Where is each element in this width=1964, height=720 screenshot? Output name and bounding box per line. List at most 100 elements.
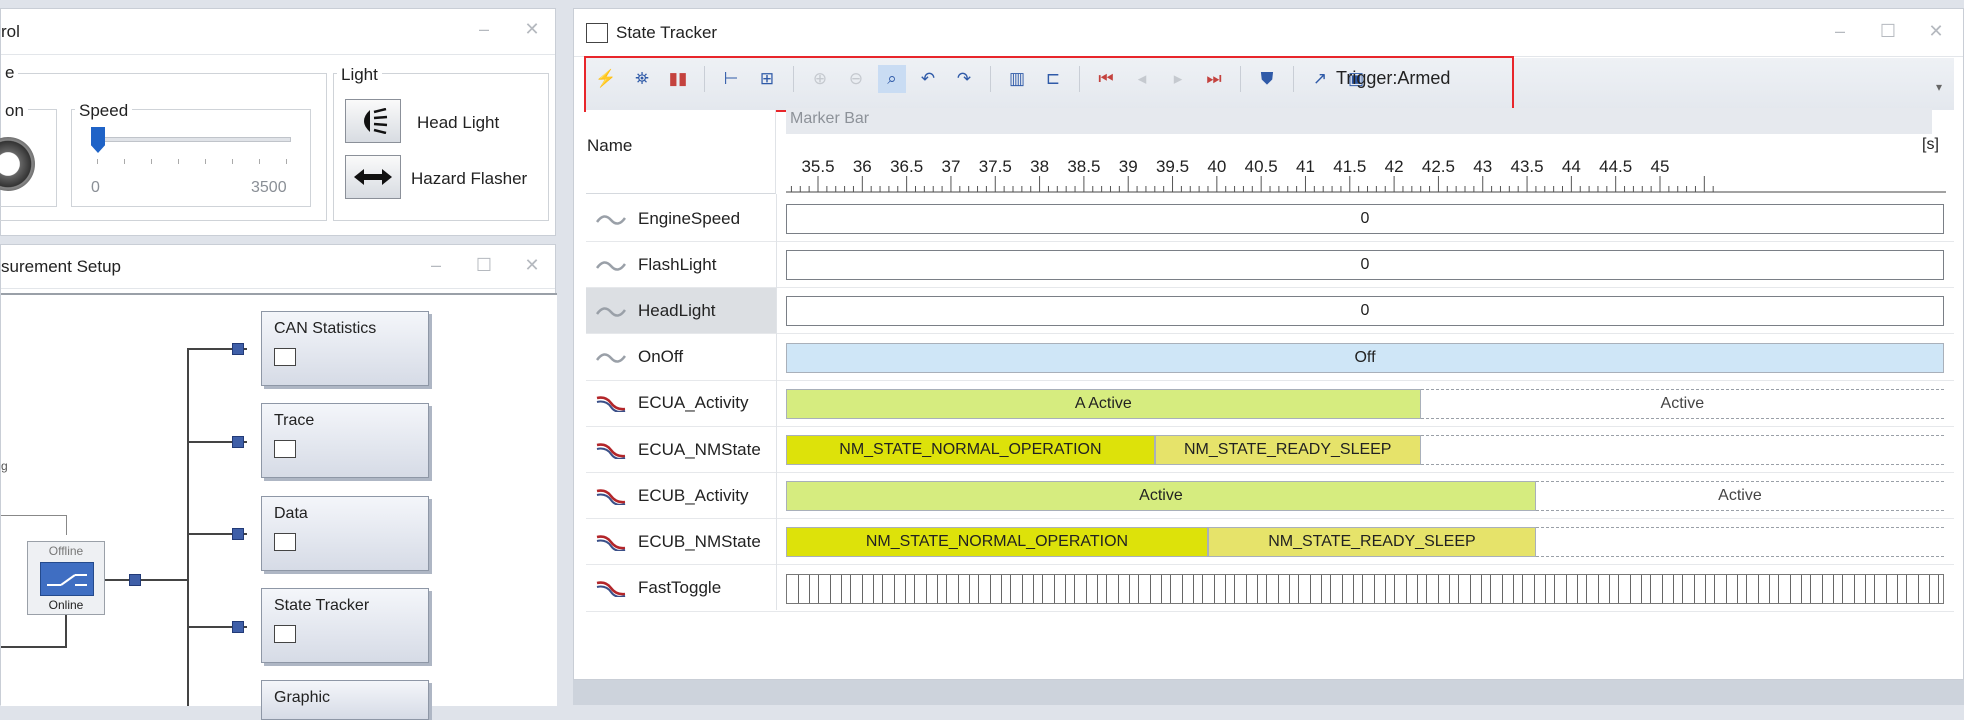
signal-state-bar[interactable]: NM_STATE_NORMAL_OPERATION [786, 527, 1208, 558]
connector-node[interactable] [129, 574, 141, 586]
signal-state-bar[interactable]: NM_STATE_READY_SLEEP [1154, 435, 1421, 465]
zoom-out-icon[interactable]: ⊖ [842, 65, 870, 93]
toolbar-overflow-icon[interactable]: ▾ [1936, 80, 1942, 94]
signal-row[interactable]: ECUB_Activity Active Active [586, 473, 1954, 520]
online-offline-switch[interactable]: Offline Online [27, 541, 105, 615]
chart-icon[interactable]: ▥ [1003, 65, 1031, 93]
data-block[interactable]: Data [261, 496, 429, 571]
can-statistics-block[interactable]: CAN Statistics [261, 311, 429, 386]
chart-add-icon[interactable]: ⊏ [1039, 65, 1067, 93]
signal-row[interactable]: ECUB_NMState NM_STATE_NORMAL_OPERATION NM_… [586, 519, 1954, 566]
signal-state-bar[interactable]: Active [1420, 388, 1944, 419]
signal-name-cell[interactable]: FlashLight [586, 242, 776, 287]
axis-tick-label: 39 [1119, 157, 1138, 176]
head-light-button[interactable] [345, 99, 401, 143]
signal-state-bar[interactable]: 0 [786, 296, 1944, 327]
state-signal-icon [596, 396, 626, 413]
first-marker-icon[interactable]: ⏮ [1092, 65, 1120, 93]
signal-state-bar[interactable]: NM_STATE_READY_SLEEP [1207, 527, 1536, 558]
maximize-icon[interactable]: ☐ [473, 255, 495, 276]
prev-marker-icon[interactable]: ◂ [1128, 65, 1156, 93]
bookmark-icon[interactable]: ⛊ [1253, 65, 1281, 93]
signal-name-cell[interactable]: HeadLight [586, 288, 776, 333]
toolbar-separator [793, 66, 794, 92]
connector-node[interactable] [232, 621, 244, 633]
marker-bar[interactable] [786, 108, 1932, 134]
axis-tick-label: 38 [1030, 157, 1049, 176]
minimize-icon[interactable]: – [1829, 21, 1851, 42]
minimize-icon[interactable]: – [473, 19, 495, 40]
time-axis[interactable]: 35.5 36 36.5 37 37.5 38 38.5 39 39.5 40 40.5 41 41.5… [786, 148, 1946, 194]
signal-name-cell[interactable]: EngineSpeed [586, 196, 776, 241]
wire-switch-in-vert [66, 515, 67, 535]
signal-state-bar[interactable]: Off [786, 342, 1944, 373]
switch-top-label: Offline [48, 544, 84, 558]
hazard-flasher-button[interactable] [345, 155, 401, 199]
signal-row[interactable]: EngineSpeed 0 [586, 196, 1954, 242]
signal-row[interactable]: FlashLight 0 [586, 242, 1954, 289]
column-divider[interactable] [776, 194, 777, 610]
undo-icon[interactable]: ↶ [914, 65, 942, 93]
stop-icon[interactable]: ▮▮ [664, 65, 692, 93]
zoom-in-icon[interactable]: ⊕ [806, 65, 834, 93]
ignition-group-label: e [1, 63, 19, 83]
state-tracker-bottom-strip [573, 680, 1964, 705]
graphic-block[interactable]: Graphic [261, 680, 429, 720]
signal-row[interactable]: ECUA_Activity A Active Active [586, 381, 1954, 427]
signal-state-label: NM_STATE_NORMAL_OPERATION [839, 441, 1102, 458]
axis-tick-label: 42 [1385, 157, 1404, 176]
signal-state-bar[interactable]: Active [1535, 481, 1944, 512]
fit-horizontal-icon[interactable]: ⊢ [717, 65, 745, 93]
wire-switch-bottom [1, 646, 67, 648]
signal-name-cell[interactable]: FastToggle [586, 566, 776, 611]
signal-state-bar[interactable]: NM_STATE_NORMAL_OPERATION [786, 435, 1155, 465]
signal-name-cell[interactable]: OnOff [586, 335, 776, 380]
signal-name-cell[interactable]: ECUA_NMState [586, 427, 776, 472]
signal-state-label: A Active [1074, 394, 1132, 412]
maximize-icon[interactable]: ☐ [1877, 21, 1899, 42]
signal-state-bar[interactable]: A Active [786, 388, 1421, 419]
axis-tick-label: 37 [941, 157, 960, 176]
toolbar-separator [1079, 66, 1080, 92]
signal-state-bar[interactable]: Active [786, 481, 1536, 512]
signal-row[interactable]: OnOff Off [586, 335, 1954, 381]
trace-block[interactable]: Trace [261, 403, 429, 478]
next-marker-icon[interactable]: ▸ [1164, 65, 1192, 93]
signal-row[interactable]: FastToggle [586, 566, 1954, 612]
signal-row[interactable]: ECUA_NMState NM_STATE_NORMAL_OPERATION NM_… [586, 427, 1954, 473]
connector-node[interactable] [232, 343, 244, 355]
axis-tick-label: 43.5 [1511, 157, 1544, 176]
fit-all-icon[interactable]: ⊞ [753, 65, 781, 93]
zoom-box-icon[interactable]: ⌕ [878, 65, 906, 93]
signal-name: FastToggle [638, 578, 722, 598]
minimize-icon[interactable]: – [425, 255, 447, 276]
signal-state-bar[interactable] [786, 573, 1944, 604]
binoculars-icon[interactable]: ⛯ [628, 65, 656, 93]
signal-name-cell[interactable]: ECUB_NMState [586, 519, 776, 564]
connector-node[interactable] [232, 528, 244, 540]
state-tracker-block[interactable]: State Tracker [261, 588, 429, 663]
connector-node[interactable] [232, 436, 244, 448]
speed-slider-track[interactable] [95, 137, 291, 142]
signal-state-bar[interactable] [1420, 435, 1944, 465]
close-icon[interactable]: ✕ [521, 255, 543, 276]
close-icon[interactable]: ✕ [1925, 21, 1947, 42]
trace-icon [274, 440, 296, 458]
cursor-icon[interactable]: ⚡ [592, 65, 620, 93]
signal-state-bar[interactable] [1535, 527, 1944, 558]
state-signal-icon [596, 581, 626, 598]
signal-row[interactable]: HeadLight 0 [586, 288, 1954, 335]
redo-icon[interactable]: ↷ [950, 65, 978, 93]
state-tracker-titlebar: State Tracker – ☐ ✕ [574, 9, 1963, 57]
marker-bar-label: Marker Bar [790, 110, 870, 127]
axis-tick-label: 44 [1562, 157, 1581, 176]
axis-tick-label: 35.5 [801, 157, 834, 176]
close-icon[interactable]: ✕ [521, 19, 543, 40]
signal-state-label: 0 [1360, 210, 1370, 227]
last-marker-icon[interactable]: ⏭ [1200, 65, 1228, 93]
signal-name-cell[interactable]: ECUA_Activity [586, 381, 776, 426]
signal-state-bar[interactable]: 0 [786, 250, 1944, 281]
signal-name-cell[interactable]: ECUB_Activity [586, 473, 776, 518]
measure-icon[interactable]: ↗ [1306, 65, 1334, 93]
signal-state-bar[interactable]: 0 [786, 204, 1944, 234]
